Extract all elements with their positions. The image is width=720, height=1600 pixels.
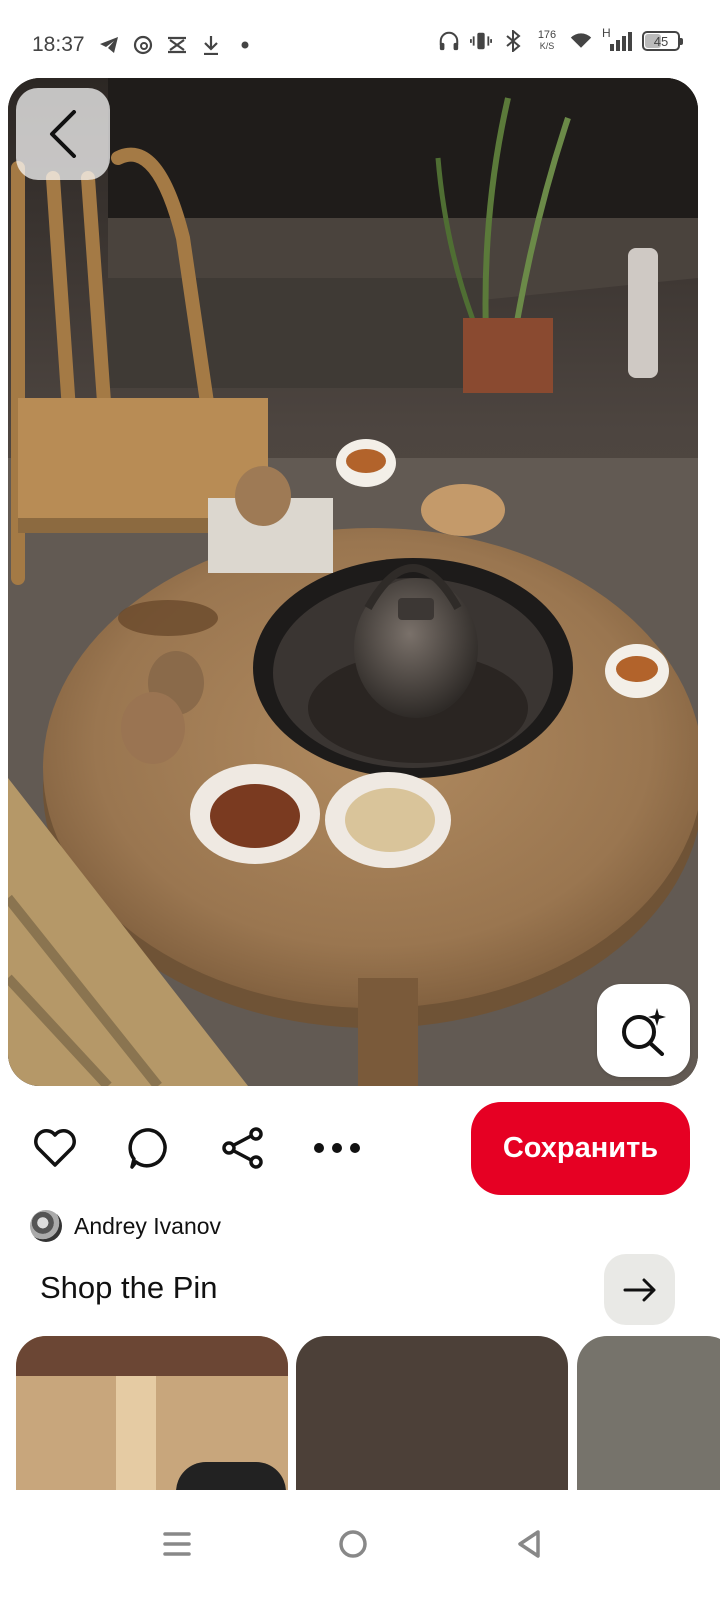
capcut-icon [166, 34, 188, 56]
network-type: H [602, 26, 611, 40]
pin-image[interactable] [8, 78, 698, 1086]
shop-section-title: Shop the Pin [40, 1270, 218, 1305]
more-options-button[interactable] [313, 1124, 361, 1172]
back-button[interactable] [16, 88, 110, 180]
product-card[interactable] [296, 1336, 568, 1490]
download-icon [200, 34, 222, 56]
comment-icon [128, 1128, 167, 1169]
more-dots-icon [314, 1143, 360, 1153]
avatar[interactable] [30, 1210, 62, 1242]
back-triangle-icon [518, 1530, 540, 1558]
vibrate-icon [470, 30, 492, 52]
threads-icon [132, 34, 154, 56]
product-card[interactable] [577, 1336, 720, 1490]
dot-icon [234, 34, 256, 56]
system-nav-bar [0, 1490, 720, 1600]
save-button[interactable]: Сохранить [471, 1102, 690, 1195]
battery-level: 45 [653, 33, 669, 49]
comment-button[interactable] [126, 1124, 174, 1172]
pin-actions: Сохранить [0, 1100, 720, 1196]
lens-search-icon [621, 1007, 666, 1056]
wifi-icon [570, 30, 592, 52]
net-speed-unit: K/S [539, 41, 555, 51]
like-button[interactable] [31, 1124, 79, 1172]
telegram-icon [98, 34, 120, 56]
visual-search-button[interactable] [597, 984, 690, 1077]
back-nav-button[interactable] [499, 1514, 559, 1574]
pin-author[interactable]: Andrey Ivanov [30, 1210, 221, 1242]
status-right-icons: 176 K/S H 45 [438, 26, 683, 52]
home-button[interactable] [323, 1514, 383, 1574]
shop-products-carousel[interactable] [0, 1336, 720, 1490]
home-circle-icon [339, 1530, 367, 1558]
status-left-icons [98, 34, 256, 56]
chevron-left-icon [50, 110, 76, 158]
bluetooth-icon [502, 30, 524, 52]
battery-indicator: 45 [642, 31, 683, 51]
product-card[interactable] [16, 1336, 288, 1490]
heart-icon [34, 1129, 76, 1167]
share-icon [222, 1127, 263, 1169]
headphones-icon [438, 30, 460, 52]
menu-icon [163, 1532, 191, 1556]
net-speed-value: 176 [537, 29, 557, 41]
recent-apps-button[interactable] [147, 1514, 207, 1574]
shop-arrow-button[interactable] [604, 1254, 675, 1325]
author-name[interactable]: Andrey Ivanov [74, 1213, 221, 1240]
status-time: 18:37 [32, 33, 85, 56]
share-button[interactable] [219, 1124, 267, 1172]
arrow-right-icon [623, 1278, 655, 1301]
status-bar: 18:37 176 K/S H 45 [0, 0, 720, 80]
pin-photo [8, 78, 698, 1086]
signal-icon: H [602, 26, 632, 52]
network-speed: 176 K/S [534, 30, 560, 52]
